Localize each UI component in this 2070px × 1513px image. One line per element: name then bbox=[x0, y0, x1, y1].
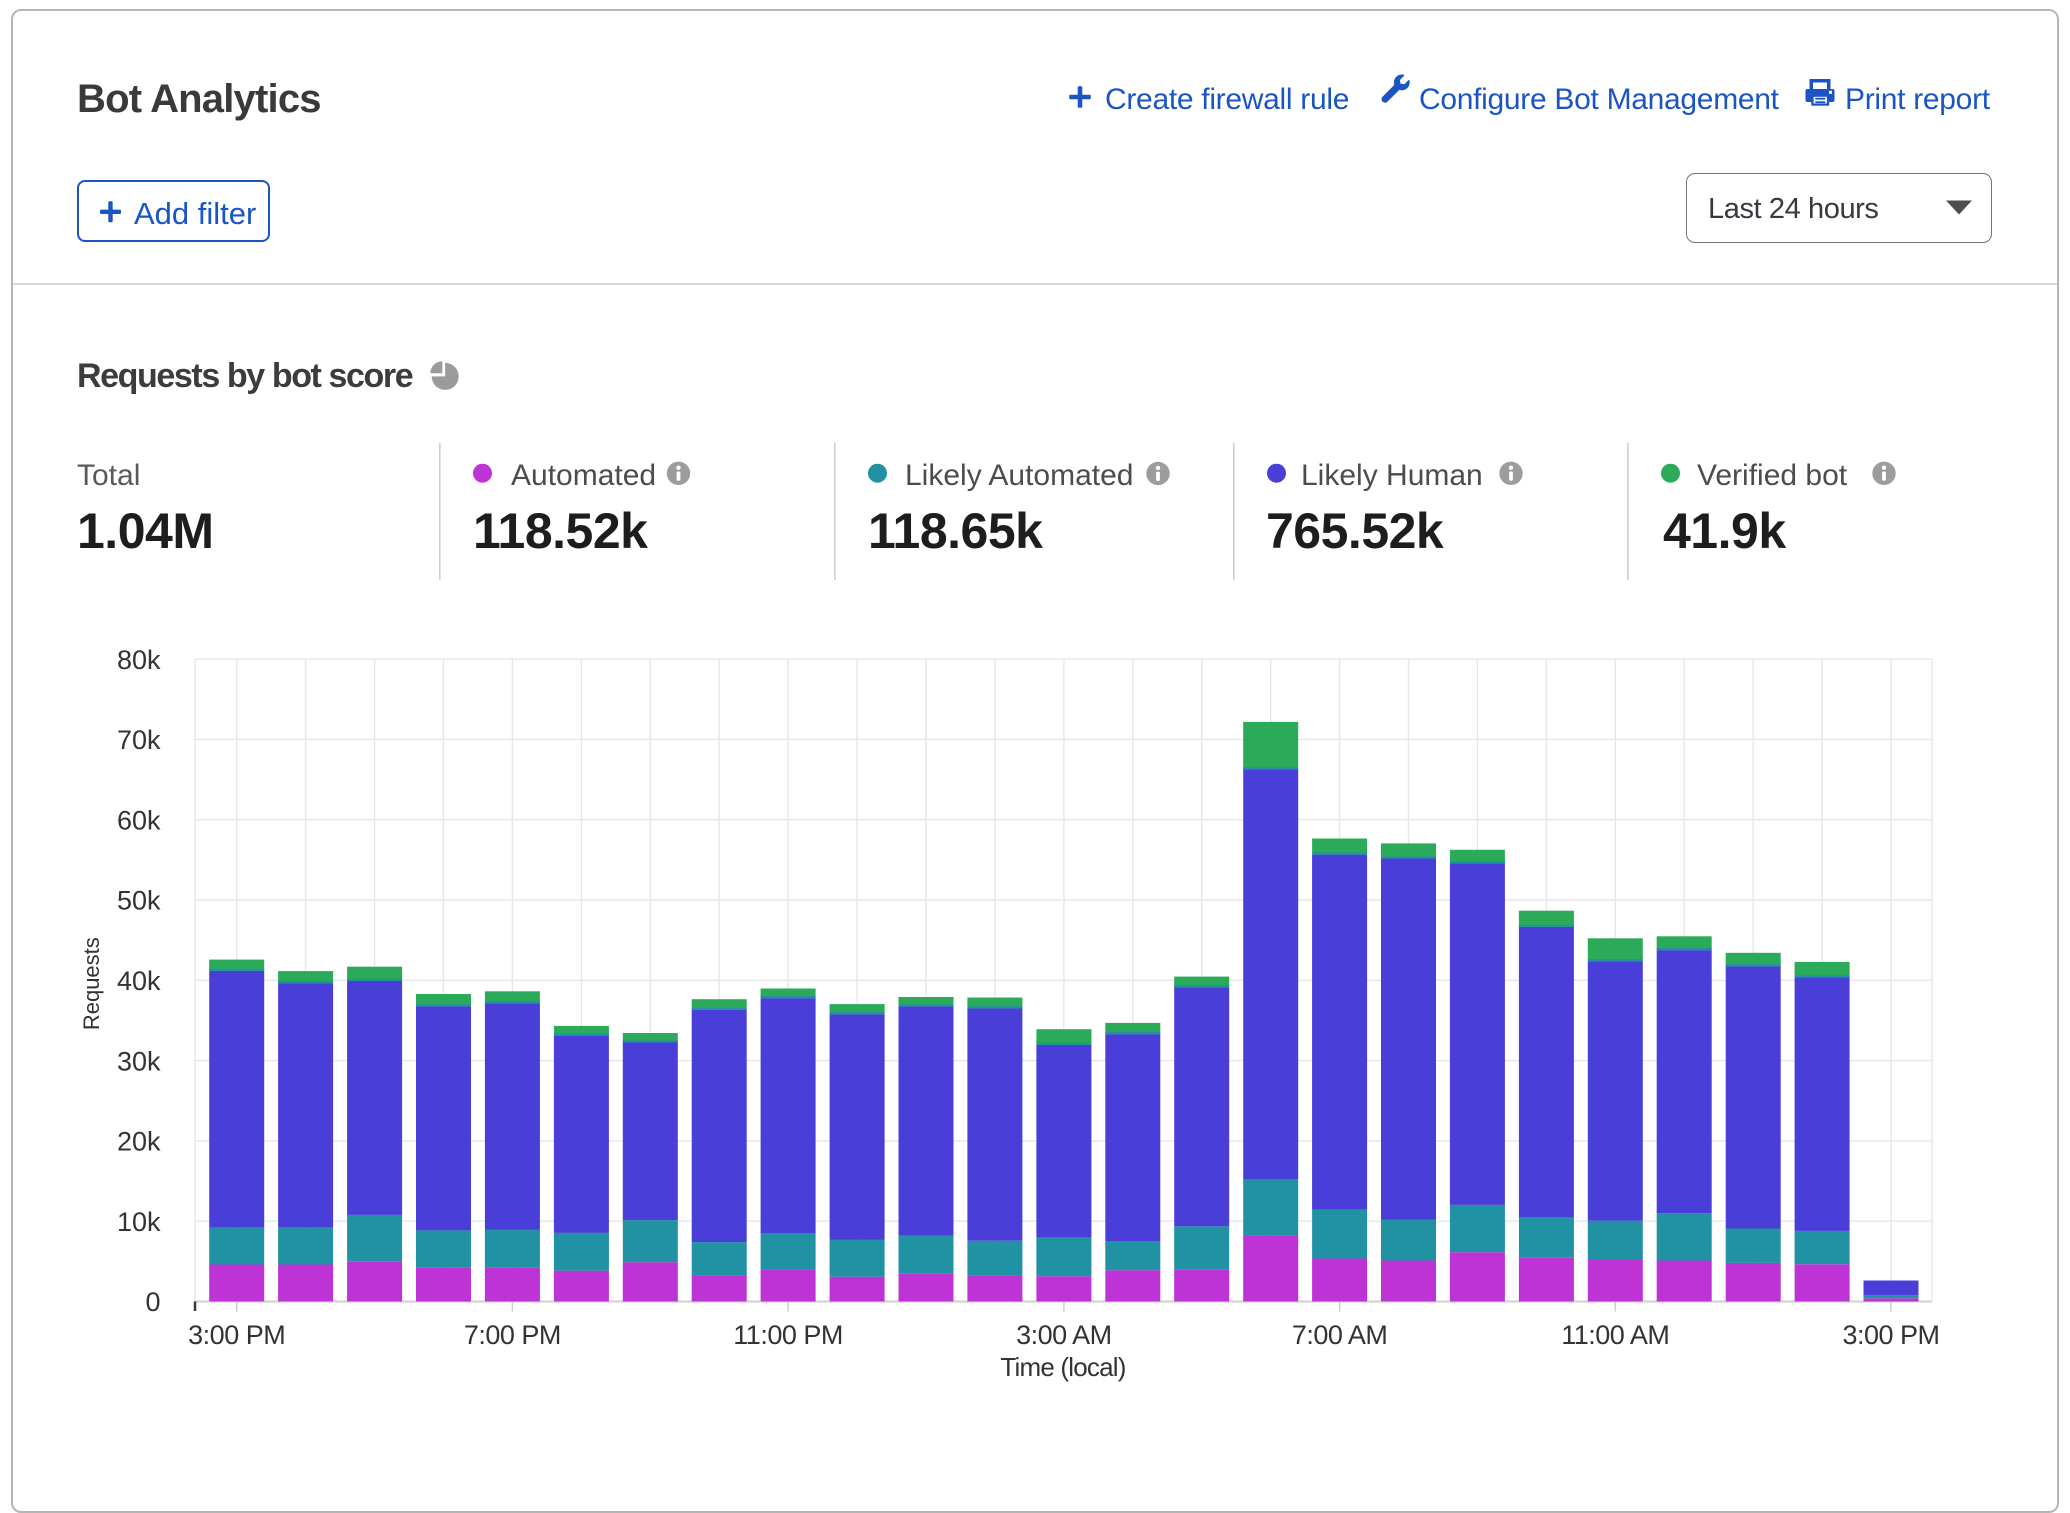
svg-text:7:00 AM: 7:00 AM bbox=[1292, 1320, 1388, 1350]
svg-text:80k: 80k bbox=[117, 645, 161, 675]
svg-text:40k: 40k bbox=[117, 966, 161, 996]
svg-text:Requests: Requests bbox=[79, 937, 104, 1030]
svg-text:3:00 PM: 3:00 PM bbox=[1842, 1320, 1939, 1350]
svg-text:11:00 AM: 11:00 AM bbox=[1561, 1320, 1669, 1350]
svg-text:11:00 PM: 11:00 PM bbox=[733, 1320, 843, 1350]
svg-text:0: 0 bbox=[145, 1287, 160, 1317]
svg-text:7:00 PM: 7:00 PM bbox=[464, 1320, 561, 1350]
svg-text:3:00 AM: 3:00 AM bbox=[1016, 1320, 1112, 1350]
svg-text:50k: 50k bbox=[117, 886, 161, 916]
svg-text:Time (local): Time (local) bbox=[1000, 1352, 1125, 1382]
svg-text:70k: 70k bbox=[117, 725, 161, 755]
svg-text:60k: 60k bbox=[117, 805, 161, 835]
svg-text:3:00 PM: 3:00 PM bbox=[188, 1320, 285, 1350]
svg-text:30k: 30k bbox=[117, 1046, 161, 1076]
svg-text:10k: 10k bbox=[117, 1207, 161, 1237]
svg-text:20k: 20k bbox=[117, 1127, 161, 1157]
